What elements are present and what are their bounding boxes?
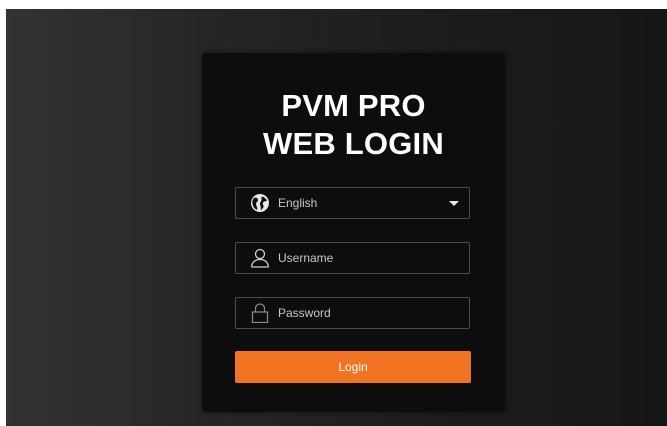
language-selected-value: English xyxy=(278,196,318,210)
globe-icon xyxy=(251,194,269,212)
caret-down-icon xyxy=(449,201,459,206)
login-screen: PVM PRO WEB LOGIN English Username Login xyxy=(6,9,667,426)
username-field[interactable] xyxy=(235,242,470,274)
username-input[interactable] xyxy=(278,243,458,273)
login-button[interactable]: Login xyxy=(235,351,471,383)
login-panel: PVM PRO WEB LOGIN English Username Login xyxy=(202,53,505,412)
title-line-2: WEB LOGIN xyxy=(263,126,444,161)
lock-icon xyxy=(251,303,269,323)
password-field[interactable] xyxy=(235,297,470,329)
title-line-1: PVM PRO xyxy=(281,88,426,123)
user-icon xyxy=(250,248,270,268)
language-select[interactable]: English xyxy=(235,187,470,219)
password-input[interactable] xyxy=(278,298,458,328)
page-title: PVM PRO WEB LOGIN xyxy=(202,87,505,163)
